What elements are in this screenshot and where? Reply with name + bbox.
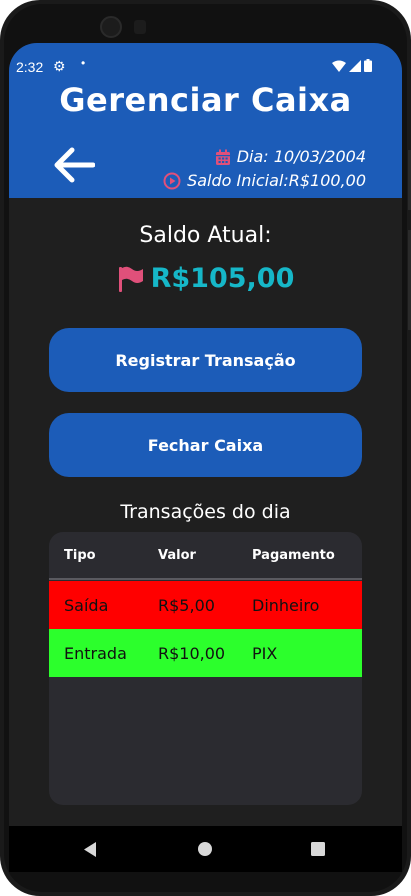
device-frame: 2:32 ⚙ • Gerenciar Caixa Dia: 10/03/2004…	[0, 0, 411, 896]
arrow-left-icon	[54, 147, 95, 183]
table-row[interactable]: Saída R$5,00 Dinheiro	[49, 581, 362, 629]
transactions-title: Transações do dia	[120, 501, 291, 523]
close-cashier-button[interactable]: Fechar Caixa	[49, 413, 362, 477]
play-circle-icon	[163, 172, 181, 190]
earpiece-speaker	[134, 20, 146, 34]
cell-pagamento: Dinheiro	[252, 595, 320, 615]
current-balance-value: R$105,00	[150, 263, 295, 294]
app-screen: 2:32 ⚙ • Gerenciar Caixa Dia: 10/03/2004…	[9, 43, 402, 869]
cell-valor: R$10,00	[158, 643, 226, 663]
table-header: Tipo Valor Pagamento	[49, 532, 362, 580]
cell-tipo: Saída	[64, 595, 109, 615]
column-header-pagamento: Pagamento	[252, 547, 335, 563]
calendar-icon	[215, 149, 230, 165]
cell-tipo: Entrada	[64, 643, 127, 663]
table-row[interactable]: Entrada R$10,00 PIX	[49, 629, 362, 677]
dot-icon: •	[81, 56, 86, 70]
date-text: Dia: 10/03/2004	[236, 147, 366, 166]
nav-home-icon[interactable]	[197, 841, 213, 857]
initial-balance-row: Saldo Inicial:R$100,00	[163, 169, 366, 193]
cell-pagamento: PIX	[252, 643, 278, 663]
header-info: Dia: 10/03/2004 Saldo Inicial:R$100,00	[163, 145, 366, 193]
status-time: 2:32	[16, 59, 44, 75]
column-header-valor: Valor	[158, 547, 196, 563]
battery-icon	[364, 59, 372, 72]
page-title: Gerenciar Caixa	[59, 81, 352, 119]
initial-balance-text: Saldo Inicial:R$100,00	[187, 171, 366, 190]
column-header-tipo: Tipo	[64, 547, 96, 563]
cell-valor: R$5,00	[158, 595, 215, 615]
flag-icon	[118, 266, 143, 292]
signal-icon	[349, 59, 361, 72]
nav-back-icon[interactable]	[82, 841, 98, 858]
navigation-bar	[9, 826, 402, 872]
back-button[interactable]	[49, 142, 99, 188]
front-camera	[100, 16, 122, 38]
app-header: 2:32 ⚙ • Gerenciar Caixa Dia: 10/03/2004…	[9, 43, 402, 198]
current-balance: R$105,00	[9, 263, 402, 294]
current-balance-label: Saldo Atual:	[139, 223, 272, 248]
wifi-icon	[332, 60, 346, 72]
transactions-table: Tipo Valor Pagamento Saída R$5,00 Dinhei…	[49, 532, 362, 805]
gear-icon: ⚙	[53, 58, 66, 74]
nav-recents-icon[interactable]	[311, 842, 325, 856]
register-transaction-button[interactable]: Registrar Transação	[49, 328, 362, 392]
date-row: Dia: 10/03/2004	[163, 145, 366, 169]
status-icons	[332, 59, 372, 72]
